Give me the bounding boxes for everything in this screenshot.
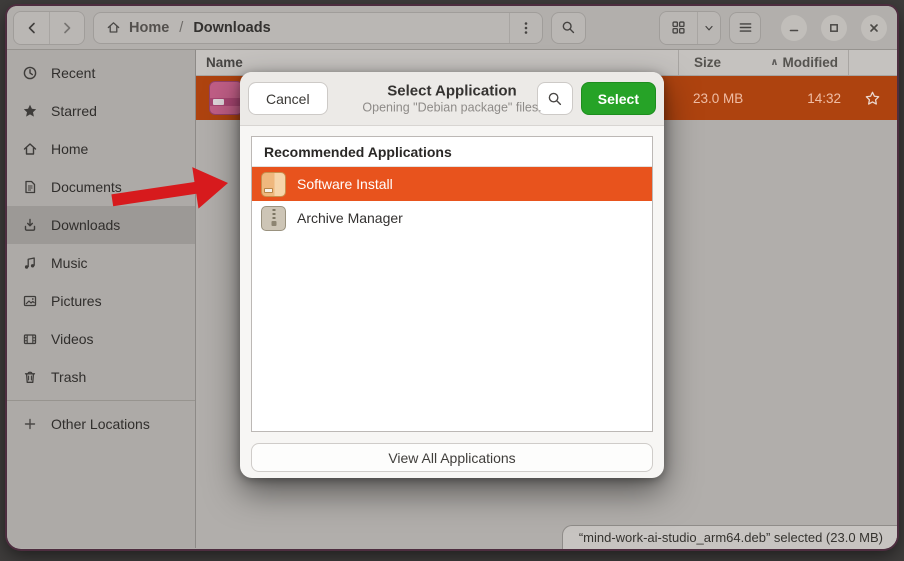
sidebar-item-music[interactable]: Music (7, 244, 195, 282)
plus-icon (22, 416, 38, 432)
home-icon (22, 141, 38, 157)
sidebar-item-starred[interactable]: Starred (7, 92, 195, 130)
sidebar-item-label: Home (51, 141, 88, 157)
breadcrumb-separator: / (179, 20, 183, 36)
grid-view-icon (671, 20, 686, 35)
minimize-icon (787, 21, 801, 35)
path-menu-button[interactable] (509, 13, 542, 43)
forward-icon (59, 20, 75, 36)
sidebar-item-label: Recent (51, 65, 95, 81)
sidebar-item-downloads[interactable]: Downloads (7, 206, 195, 244)
videos-icon (22, 331, 38, 347)
hamburger-icon (738, 20, 753, 35)
view-options-button[interactable] (697, 12, 720, 44)
archive-manager-icon (261, 206, 286, 231)
pictures-icon (22, 293, 38, 309)
sidebar-item-home[interactable]: Home (7, 130, 195, 168)
headerbar: Home / Downloads (7, 6, 897, 50)
breadcrumb: Home / Downloads (93, 12, 543, 44)
chevron-down-icon (703, 22, 715, 34)
dialog-subtitle: Opening "Debian package" files. (332, 100, 572, 115)
select-application-dialog: Cancel Select Application Opening "Debia… (240, 72, 664, 478)
column-size[interactable]: Size (678, 50, 753, 75)
search-icon (561, 20, 576, 35)
close-icon (867, 21, 881, 35)
file-size: 23.0 MB (678, 91, 753, 106)
sidebar-item-trash[interactable]: Trash (7, 358, 195, 396)
sort-ascending-icon: ∧ (770, 57, 778, 68)
documents-icon (22, 179, 38, 195)
star-outline-icon (864, 90, 881, 107)
sidebar-item-label: Documents (51, 179, 122, 195)
sidebar: Recent Starred Home Documents Downloads … (7, 50, 196, 548)
sidebar-item-label: Pictures (51, 293, 102, 309)
search-button[interactable] (551, 12, 586, 44)
menu-dots-icon (519, 21, 533, 35)
maximize-icon (827, 21, 841, 35)
sidebar-item-label: Music (51, 255, 88, 271)
file-modified: 14:32 (753, 91, 848, 106)
dialog-title-block: Select Application Opening "Debian packa… (332, 82, 572, 115)
dialog-title: Select Application (332, 82, 572, 100)
view-toggle (659, 11, 721, 45)
home-icon (106, 20, 121, 35)
column-name[interactable]: Name (196, 55, 678, 70)
selection-status-bar: “mind-work-ai-studio_arm64.deb” selected… (562, 525, 897, 549)
trash-icon (22, 369, 38, 385)
select-button[interactable]: Select (581, 82, 656, 115)
sidebar-item-label: Trash (51, 369, 86, 385)
sidebar-item-label: Starred (51, 103, 97, 119)
back-icon (24, 20, 40, 36)
breadcrumb-home[interactable]: Home (129, 20, 169, 36)
sidebar-item-videos[interactable]: Videos (7, 320, 195, 358)
starred-icon (22, 103, 38, 119)
sidebar-item-recent[interactable]: Recent (7, 54, 195, 92)
sidebar-item-documents[interactable]: Documents (7, 168, 195, 206)
dialog-header: Cancel Select Application Opening "Debia… (240, 72, 664, 126)
software-install-icon (261, 172, 286, 197)
sidebar-item-label: Videos (51, 331, 94, 347)
column-modified[interactable]: ∧ Modified (753, 55, 848, 70)
sidebar-item-label: Downloads (51, 217, 120, 233)
favorite-cell[interactable] (848, 90, 897, 107)
view-all-applications-button[interactable]: View All Applications (251, 443, 653, 472)
selection-status-text: “mind-work-ai-studio_arm64.deb” selected… (579, 530, 883, 545)
recent-icon (22, 65, 38, 81)
music-icon (22, 255, 38, 271)
cancel-button[interactable]: Cancel (248, 82, 328, 115)
recommended-applications-header: Recommended Applications (252, 137, 652, 167)
sidebar-item-label: Other Locations (51, 416, 150, 432)
main-menu-button[interactable] (729, 12, 761, 44)
forward-button[interactable] (49, 12, 84, 44)
breadcrumb-current[interactable]: Downloads (193, 20, 270, 36)
back-button[interactable] (14, 12, 49, 44)
deb-package-icon (209, 81, 243, 115)
maximize-button[interactable] (821, 15, 847, 41)
close-button[interactable] (861, 15, 887, 41)
downloads-icon (22, 217, 38, 233)
app-name: Software Install (297, 176, 393, 192)
sidebar-item-other-locations[interactable]: Other Locations (7, 405, 195, 443)
window-controls (781, 15, 887, 41)
sidebar-item-pictures[interactable]: Pictures (7, 282, 195, 320)
app-row-software-install[interactable]: Software Install (252, 167, 652, 201)
app-name: Archive Manager (297, 210, 403, 226)
grid-view-button[interactable] (660, 12, 697, 44)
app-row-archive-manager[interactable]: Archive Manager (252, 201, 652, 235)
application-list: Recommended Applications Software Instal… (251, 136, 653, 432)
sidebar-separator (7, 400, 195, 401)
navigation-buttons (13, 11, 85, 45)
minimize-button[interactable] (781, 15, 807, 41)
column-favorite (848, 50, 897, 75)
